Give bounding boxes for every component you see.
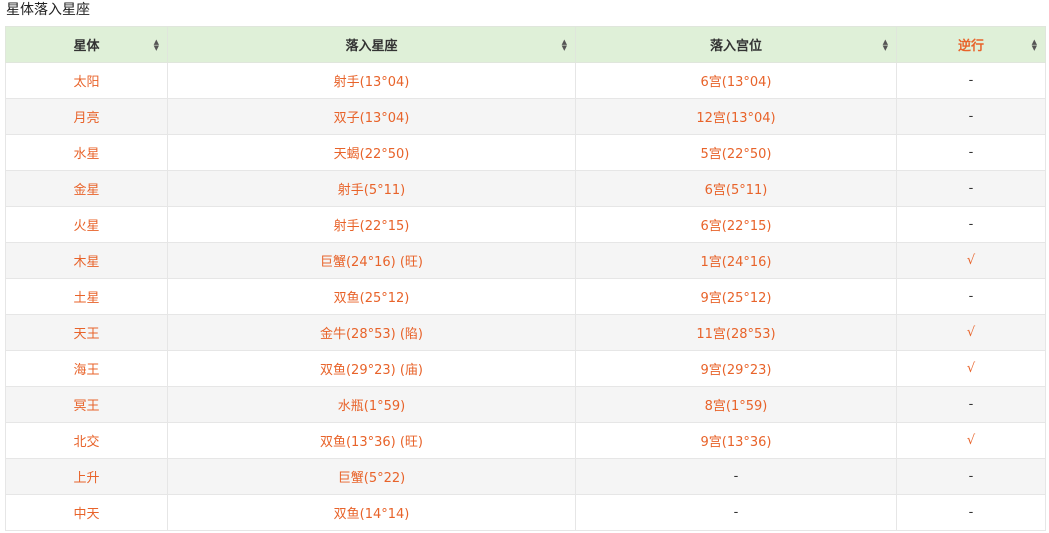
cell-planet: 月亮 xyxy=(5,98,168,135)
column-header-label: 落入宫位 xyxy=(709,39,762,54)
table-body: 太阳 射手(13°04) 6宫(13°04) - 月亮 双子(13°04) 12宫(13°0… xyxy=(5,62,1046,531)
column-header-sign[interactable]: 落入星座 ▲ ▼ xyxy=(167,26,576,63)
planet-placement-table: 星体 ▲ ▼ 落入星座 ▲ ▼ 落入宫位 ▲ ▼ 逆行 ▲ ▼ 太阳 射手(13°04) 6… xyxy=(5,26,1046,531)
column-header-label: 星体 xyxy=(73,39,100,54)
cell-planet: 中天 xyxy=(5,494,168,531)
cell-retrograde: √ xyxy=(896,422,1046,459)
cell-house: 9宫(29°23) xyxy=(575,350,897,387)
cell-planet: 海王 xyxy=(5,350,168,387)
table-row: 木星 巨蟹(24°16) (旺) 1宫(24°16) √ xyxy=(5,242,1046,279)
cell-house: 9宫(25°12) xyxy=(575,278,897,315)
cell-planet: 木星 xyxy=(5,242,168,279)
cell-planet: 冥王 xyxy=(5,386,168,423)
table-row: 海王 双鱼(29°23) (庙) 9宫(29°23) √ xyxy=(5,350,1046,387)
page: 星体落入星座 星体 ▲ ▼ 落入星座 ▲ ▼ 落入宫位 ▲ ▼ 逆行 ▲ ▼ 太… xyxy=(0,0,1049,533)
cell-house: 6宫(5°11) xyxy=(575,170,897,207)
table-row: 上升 巨蟹(5°22) - - xyxy=(5,458,1046,495)
cell-planet: 天王 xyxy=(5,314,168,351)
table-row: 中天 双鱼(14°14) - - xyxy=(5,494,1046,531)
cell-retrograde: √ xyxy=(896,242,1046,279)
table-row: 火星 射手(22°15) 6宫(22°15) - xyxy=(5,206,1046,243)
cell-retrograde: √ xyxy=(896,314,1046,351)
table-header-row: 星体 ▲ ▼ 落入星座 ▲ ▼ 落入宫位 ▲ ▼ 逆行 ▲ ▼ xyxy=(5,26,1046,63)
cell-sign: 射手(5°11) xyxy=(167,170,576,207)
cell-sign: 双子(13°04) xyxy=(167,98,576,135)
cell-house: - xyxy=(575,494,897,531)
sort-icon[interactable]: ▲ ▼ xyxy=(883,38,888,51)
cell-sign: 天蝎(22°50) xyxy=(167,134,576,171)
section-title: 星体落入星座 xyxy=(6,2,90,18)
cell-house: 5宫(22°50) xyxy=(575,134,897,171)
column-header-label: 逆行 xyxy=(957,39,984,54)
table-row: 北交 双鱼(13°36) (旺) 9宫(13°36) √ xyxy=(5,422,1046,459)
cell-sign: 巨蟹(5°22) xyxy=(167,458,576,495)
table-row: 天王 金牛(28°53) (陷) 11宫(28°53) √ xyxy=(5,314,1046,351)
column-header-planet[interactable]: 星体 ▲ ▼ xyxy=(5,26,168,63)
cell-house: 1宫(24°16) xyxy=(575,242,897,279)
cell-planet: 太阳 xyxy=(5,62,168,99)
cell-retrograde: - xyxy=(896,458,1046,495)
table-row: 金星 射手(5°11) 6宫(5°11) - xyxy=(5,170,1046,207)
cell-planet: 北交 xyxy=(5,422,168,459)
sort-icon[interactable]: ▲ ▼ xyxy=(1032,38,1037,51)
column-header-label: 落入星座 xyxy=(345,39,398,54)
cell-sign: 射手(22°15) xyxy=(167,206,576,243)
cell-sign: 金牛(28°53) (陷) xyxy=(167,314,576,351)
cell-sign: 巨蟹(24°16) (旺) xyxy=(167,242,576,279)
cell-house: - xyxy=(575,458,897,495)
cell-house: 12宫(13°04) xyxy=(575,98,897,135)
cell-sign: 双鱼(25°12) xyxy=(167,278,576,315)
table-row: 土星 双鱼(25°12) 9宫(25°12) - xyxy=(5,278,1046,315)
cell-sign: 双鱼(13°36) (旺) xyxy=(167,422,576,459)
cell-sign: 水瓶(1°59) xyxy=(167,386,576,423)
cell-house: 6宫(13°04) xyxy=(575,62,897,99)
table-row: 水星 天蝎(22°50) 5宫(22°50) - xyxy=(5,134,1046,171)
cell-retrograde: - xyxy=(896,62,1046,99)
cell-retrograde: - xyxy=(896,170,1046,207)
cell-retrograde: √ xyxy=(896,350,1046,387)
cell-house: 11宫(28°53) xyxy=(575,314,897,351)
column-header-house[interactable]: 落入宫位 ▲ ▼ xyxy=(575,26,897,63)
cell-house: 9宫(13°36) xyxy=(575,422,897,459)
cell-retrograde: - xyxy=(896,98,1046,135)
cell-sign: 双鱼(29°23) (庙) xyxy=(167,350,576,387)
cell-planet: 上升 xyxy=(5,458,168,495)
sort-icon[interactable]: ▲ ▼ xyxy=(154,38,159,51)
cell-retrograde: - xyxy=(896,494,1046,531)
table-row: 月亮 双子(13°04) 12宫(13°04) - xyxy=(5,98,1046,135)
cell-retrograde: - xyxy=(896,134,1046,171)
cell-retrograde: - xyxy=(896,206,1046,243)
sort-icon[interactable]: ▲ ▼ xyxy=(562,38,567,51)
cell-sign: 射手(13°04) xyxy=(167,62,576,99)
cell-planet: 火星 xyxy=(5,206,168,243)
table-row: 太阳 射手(13°04) 6宫(13°04) - xyxy=(5,62,1046,99)
cell-planet: 水星 xyxy=(5,134,168,171)
cell-planet: 土星 xyxy=(5,278,168,315)
column-header-retrograde[interactable]: 逆行 ▲ ▼ xyxy=(896,26,1046,63)
table-row: 冥王 水瓶(1°59) 8宫(1°59) - xyxy=(5,386,1046,423)
cell-planet: 金星 xyxy=(5,170,168,207)
cell-sign: 双鱼(14°14) xyxy=(167,494,576,531)
cell-retrograde: - xyxy=(896,278,1046,315)
cell-house: 8宫(1°59) xyxy=(575,386,897,423)
cell-house: 6宫(22°15) xyxy=(575,206,897,243)
cell-retrograde: - xyxy=(896,386,1046,423)
